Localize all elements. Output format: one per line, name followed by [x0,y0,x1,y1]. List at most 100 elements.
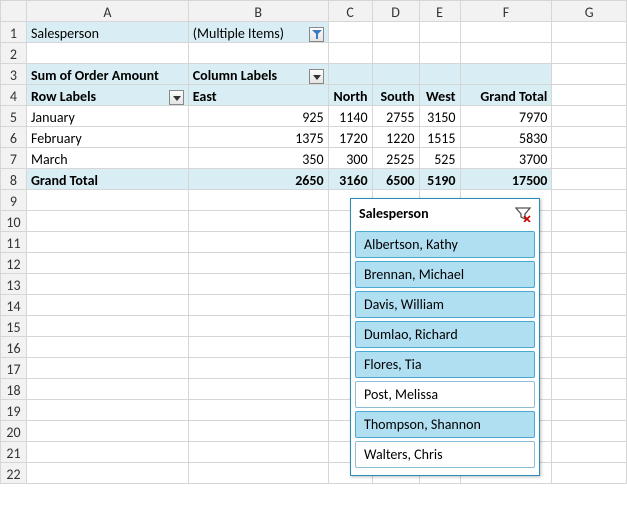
column-labels-cell[interactable]: Column Labels [188,64,328,85]
grand-total-cell[interactable]: 6500 [372,169,419,190]
data-cell[interactable]: 1375 [188,127,328,148]
grand-total-cell[interactable]: 2650 [188,169,328,190]
data-cell[interactable]: 2755 [372,106,419,127]
row-header[interactable]: 7 [1,148,27,169]
cell[interactable] [188,211,328,232]
cell[interactable] [188,316,328,337]
cell[interactable] [419,64,460,85]
cell[interactable] [26,190,188,211]
col-grandtotal[interactable]: Grand Total [460,85,552,106]
cell[interactable] [552,358,627,379]
cell[interactable] [552,442,627,463]
cell[interactable] [460,22,552,43]
slicer-item[interactable]: Davis, William [355,291,535,318]
cell[interactable] [552,106,627,127]
cell[interactable] [328,43,372,64]
cell[interactable] [552,400,627,421]
clear-filter-icon[interactable] [515,206,531,222]
row-header[interactable]: 21 [1,442,27,463]
row-header[interactable]: 4 [1,85,27,106]
col-header[interactable]: A [26,1,188,22]
cell[interactable] [188,232,328,253]
cell[interactable] [26,43,188,64]
cell[interactable] [188,274,328,295]
slicer-item[interactable]: Thompson, Shannon [355,411,535,438]
cell[interactable] [188,190,328,211]
row-header[interactable]: 18 [1,379,27,400]
row-labels-cell[interactable]: Row Labels [26,85,188,106]
cell[interactable] [372,22,419,43]
row-header[interactable]: 14 [1,295,27,316]
slicer-panel[interactable]: Salesperson Albertson, KathyBrennan, Mic… [350,198,540,476]
col-header[interactable]: G [552,1,627,22]
row-label[interactable]: March [26,148,188,169]
cell[interactable] [26,442,188,463]
cell[interactable] [552,211,627,232]
cell[interactable] [188,358,328,379]
data-cell[interactable]: 350 [188,148,328,169]
data-cell[interactable]: 3700 [460,148,552,169]
row-header[interactable]: 8 [1,169,27,190]
row-header[interactable]: 22 [1,463,27,484]
cell[interactable] [419,22,460,43]
cell[interactable] [552,43,627,64]
cell[interactable] [552,22,627,43]
column-dropdown-icon[interactable] [309,69,324,84]
row-header[interactable]: 19 [1,400,27,421]
cell[interactable] [552,253,627,274]
cell[interactable] [188,421,328,442]
data-cell[interactable]: 1515 [419,127,460,148]
cell[interactable] [26,295,188,316]
cell[interactable] [26,211,188,232]
cell[interactable] [188,400,328,421]
cell[interactable] [552,337,627,358]
row-header[interactable]: 10 [1,211,27,232]
cell[interactable] [26,421,188,442]
cell[interactable] [552,421,627,442]
grand-total-cell[interactable]: 3160 [328,169,372,190]
grand-total-cell[interactable]: 17500 [460,169,552,190]
cell[interactable] [188,253,328,274]
col-header[interactable]: F [460,1,552,22]
slicer-item[interactable]: Post, Melissa [355,381,535,408]
col-north[interactable]: North [328,85,372,106]
cell[interactable] [552,169,627,190]
row-header[interactable]: 16 [1,337,27,358]
row-header[interactable]: 13 [1,274,27,295]
data-cell[interactable]: 1140 [328,106,372,127]
row-header[interactable]: 15 [1,316,27,337]
cell[interactable] [328,22,372,43]
row-header[interactable]: 17 [1,358,27,379]
row-header[interactable]: 1 [1,22,27,43]
select-all-corner[interactable] [1,1,27,22]
cell[interactable] [26,274,188,295]
cell[interactable] [552,316,627,337]
filter-dropdown-icon[interactable] [309,27,324,42]
cell[interactable] [26,463,188,484]
data-cell[interactable]: 2525 [372,148,419,169]
data-cell[interactable]: 1720 [328,127,372,148]
slicer-item[interactable]: Albertson, Kathy [355,231,535,258]
cell[interactable] [552,379,627,400]
cell[interactable] [552,463,627,484]
slicer-item[interactable]: Walters, Chris [355,441,535,468]
grand-total-label[interactable]: Grand Total [26,169,188,190]
data-cell[interactable]: 925 [188,106,328,127]
col-east[interactable]: East [188,85,328,106]
filter-field-cell[interactable]: Salesperson [26,22,188,43]
row-header[interactable]: 20 [1,421,27,442]
cell[interactable] [188,337,328,358]
cell[interactable] [188,295,328,316]
row-header[interactable]: 9 [1,190,27,211]
cell[interactable] [419,43,460,64]
cell[interactable] [26,400,188,421]
cell[interactable] [372,43,419,64]
row-header[interactable]: 11 [1,232,27,253]
col-header[interactable]: B [188,1,328,22]
data-cell[interactable]: 300 [328,148,372,169]
cell[interactable] [372,64,419,85]
cell[interactable] [552,295,627,316]
data-cell[interactable]: 7970 [460,106,552,127]
filter-value-cell[interactable]: (Multiple Items) [188,22,328,43]
col-header[interactable]: C [328,1,372,22]
